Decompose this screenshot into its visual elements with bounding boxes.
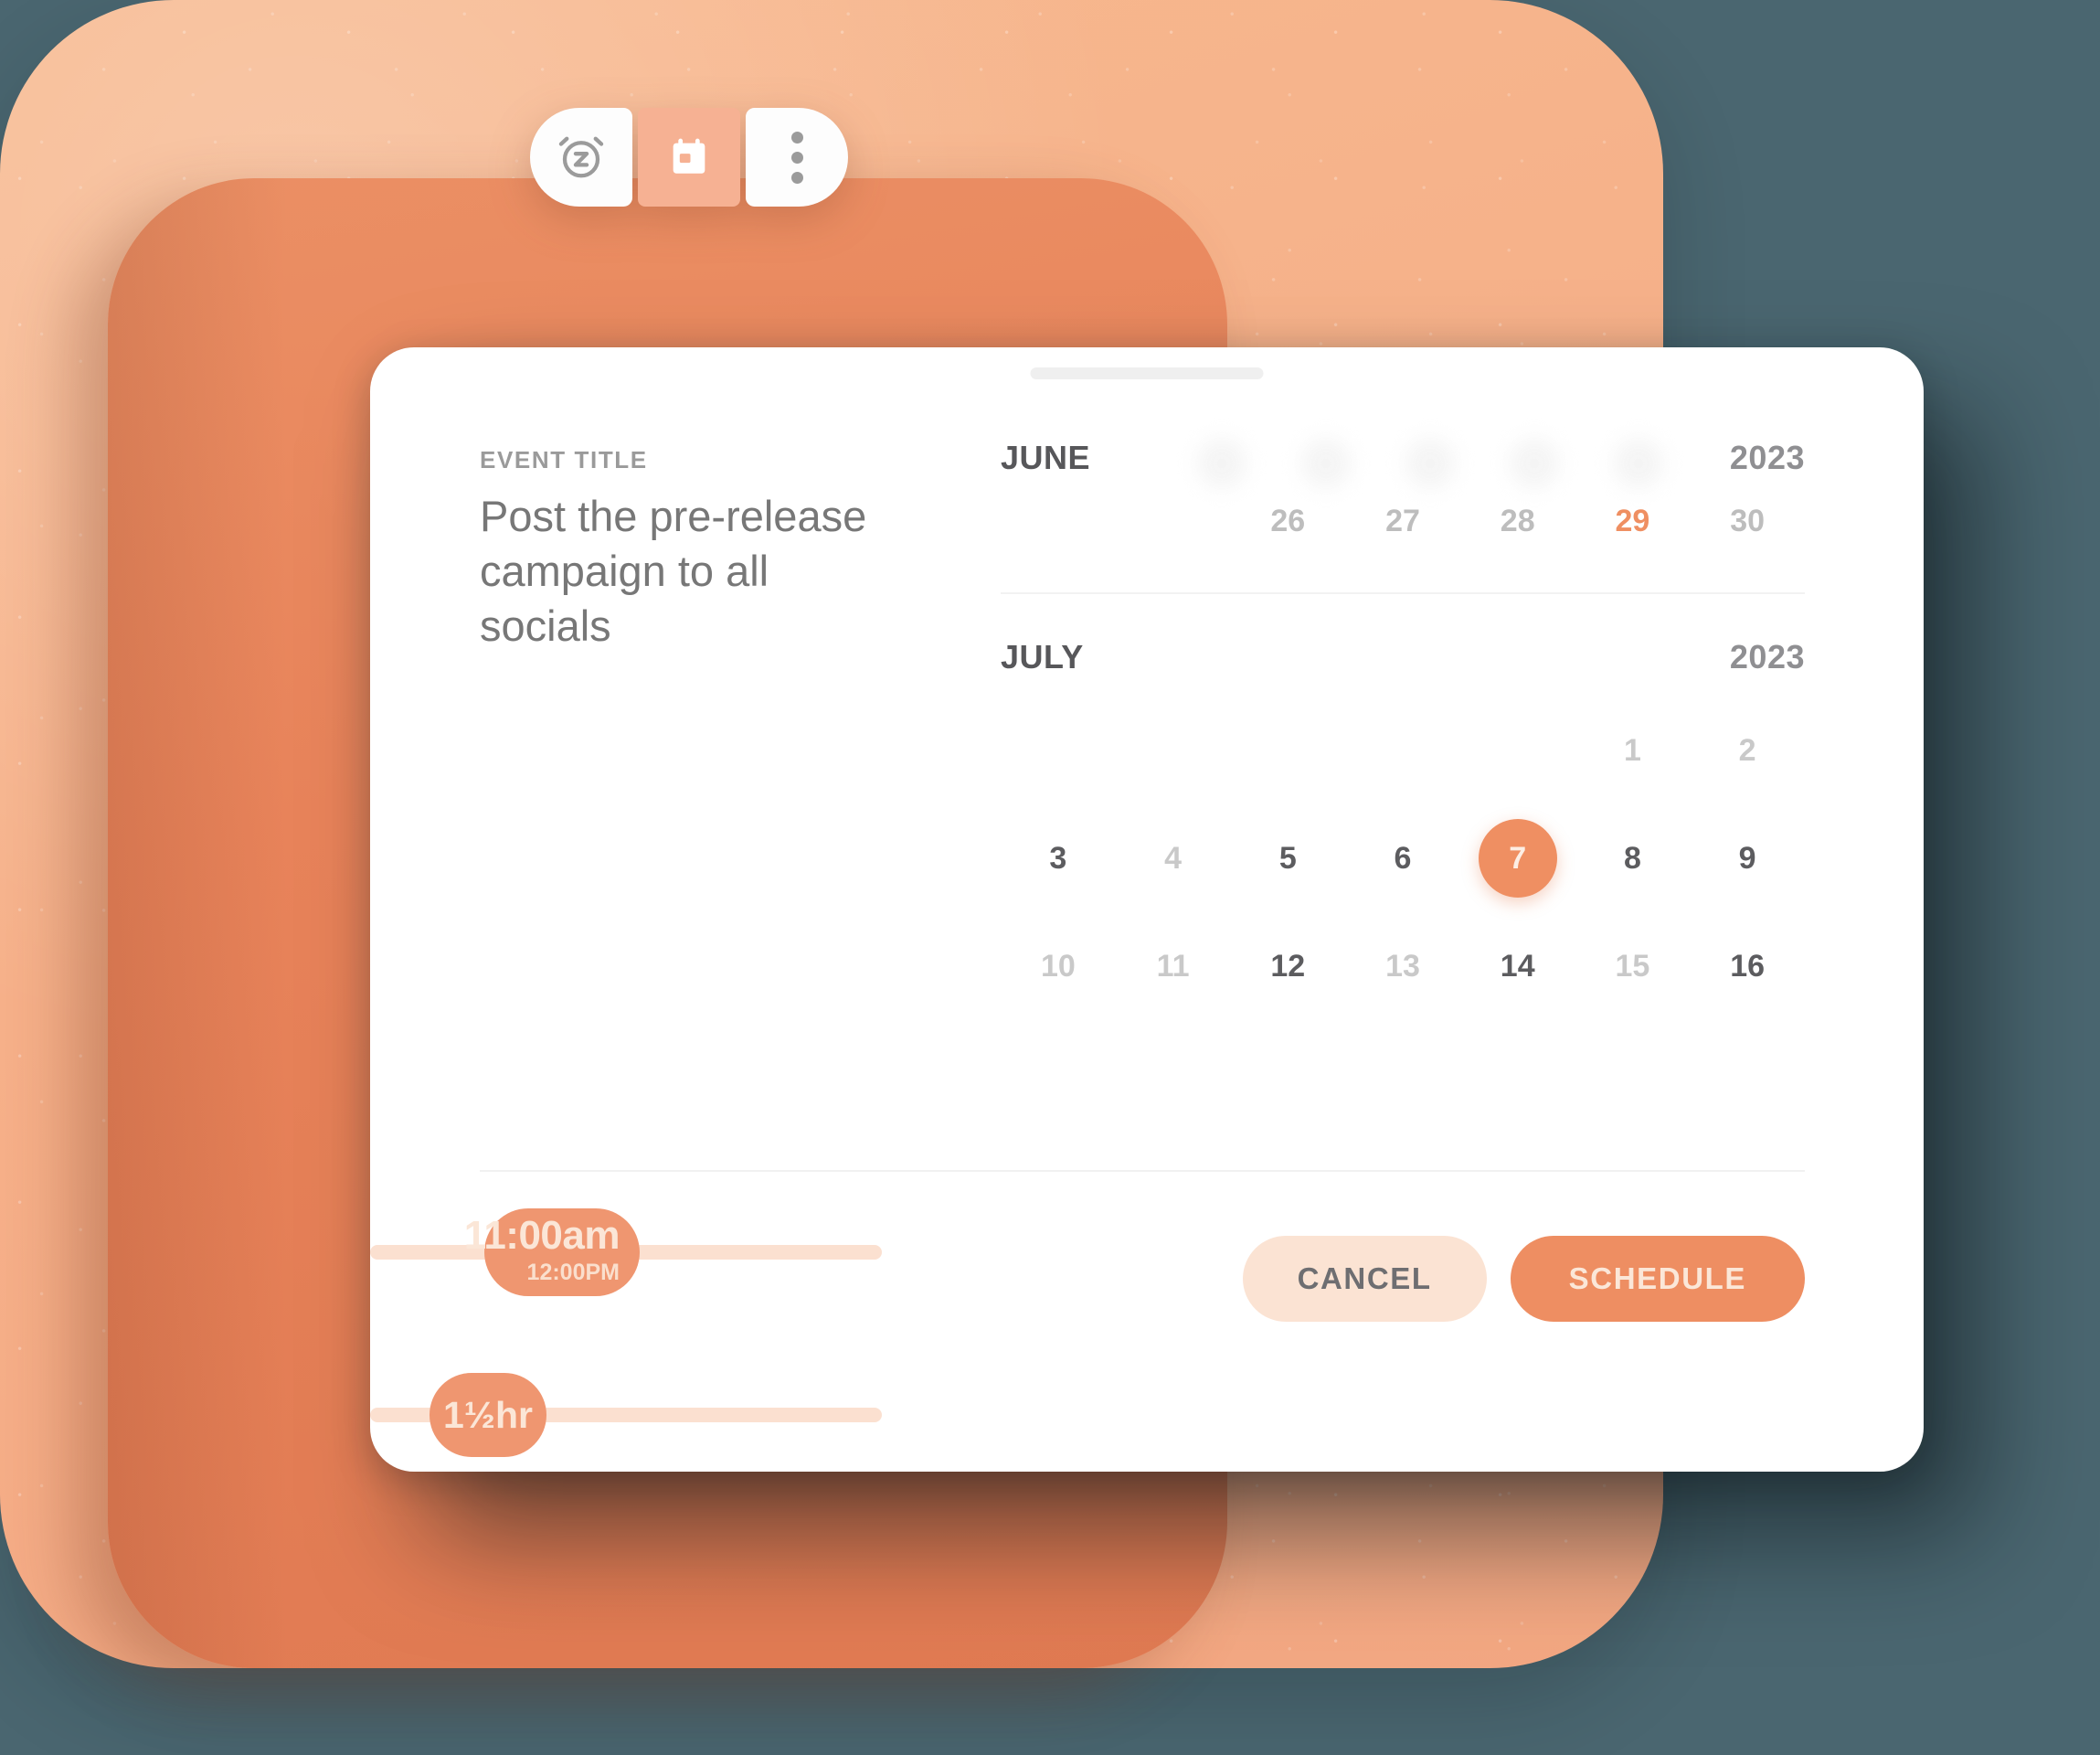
calendar-day-cell[interactable]: 4 bbox=[1116, 804, 1231, 912]
calendar-day-cell[interactable]: 26 bbox=[1230, 477, 1345, 565]
alarm-snooze-icon bbox=[557, 133, 606, 182]
year-june: 2023 bbox=[1729, 439, 1805, 476]
calendar-grid-july[interactable]: 1 2 3 4 5 6 7 8 9 10 11 12 13 14 15 16 bbox=[1001, 697, 1805, 1020]
calendar-day-cell[interactable]: 2 bbox=[1690, 697, 1805, 804]
tab-calendar[interactable] bbox=[638, 108, 740, 207]
calendar-day-cell[interactable]: 14 bbox=[1460, 912, 1575, 1020]
event-title-label: EVENT TITLE bbox=[480, 446, 648, 473]
calendar-cell-empty bbox=[1001, 477, 1116, 565]
calendar-day-cell[interactable]: 7 bbox=[1460, 804, 1575, 912]
calendar-day-cell[interactable]: 30 bbox=[1690, 477, 1805, 565]
calendar-day-cell[interactable]: 16 bbox=[1690, 912, 1805, 1020]
calendar-day-cell[interactable]: 9 bbox=[1690, 804, 1805, 912]
calendar-day-cell[interactable]: 27 bbox=[1345, 477, 1460, 565]
tab-snooze-alarm[interactable] bbox=[530, 108, 632, 207]
calendar-cell-empty bbox=[1001, 697, 1116, 804]
calendar-month-header-july: JULY 2023 bbox=[1001, 638, 1805, 676]
calendar-grid-june[interactable]: 26 27 28 29 30 bbox=[1001, 477, 1805, 565]
calendar-day-cell[interactable]: 29 bbox=[1575, 477, 1691, 565]
calendar-month-header-june: JUNE 2023 bbox=[1001, 439, 1805, 488]
more-vertical-icon bbox=[790, 131, 803, 184]
calendar-day-cell[interactable]: 1 bbox=[1575, 697, 1691, 804]
calendar-day-cell[interactable]: 5 bbox=[1230, 804, 1345, 912]
calendar-cell-empty bbox=[1460, 697, 1575, 804]
calendar-day-cell[interactable]: 6 bbox=[1345, 804, 1460, 912]
calendar-day-cell[interactable]: 3 bbox=[1001, 804, 1116, 912]
year-july: 2023 bbox=[1729, 638, 1805, 675]
calendar-day-cell[interactable]: 10 bbox=[1001, 912, 1116, 1020]
calendar-cell-empty bbox=[1116, 477, 1231, 565]
calendar-day-cell[interactable]: 11 bbox=[1116, 912, 1231, 1020]
event-title-value: Post the pre-release campaign to all soc… bbox=[480, 492, 867, 651]
sheet-footer: CANCEL SCHEDULE bbox=[480, 1170, 1805, 1472]
calendar-day-selected: 7 bbox=[1478, 819, 1557, 898]
tab-bar bbox=[530, 108, 848, 207]
calendar-cell-empty bbox=[1116, 697, 1231, 804]
calendar-cell-empty bbox=[1345, 697, 1460, 804]
scheduler-sheet: EVENT TITLE Post the pre-release campaig… bbox=[370, 347, 1924, 1472]
calendar-icon bbox=[665, 133, 713, 181]
calendar-day-cell[interactable]: 15 bbox=[1575, 912, 1691, 1020]
scene: EVENT TITLE Post the pre-release campaig… bbox=[0, 0, 2100, 1755]
calendar-day-cell[interactable]: 28 bbox=[1460, 477, 1575, 565]
tab-more-options[interactable] bbox=[746, 108, 848, 207]
calendar-month-divider bbox=[1001, 592, 1805, 594]
calendar-day-cell[interactable]: 12 bbox=[1230, 912, 1345, 1020]
schedule-button[interactable]: SCHEDULE bbox=[1510, 1236, 1805, 1322]
month-name-july: JULY bbox=[1001, 638, 1084, 675]
cancel-button[interactable]: CANCEL bbox=[1242, 1236, 1487, 1322]
month-name-june: JUNE bbox=[1001, 439, 1091, 476]
calendar-day-cell[interactable]: 8 bbox=[1575, 804, 1691, 912]
calendar-day-cell[interactable]: 13 bbox=[1345, 912, 1460, 1020]
calendar-cell-empty bbox=[1230, 697, 1345, 804]
footer-divider bbox=[480, 1170, 1805, 1172]
